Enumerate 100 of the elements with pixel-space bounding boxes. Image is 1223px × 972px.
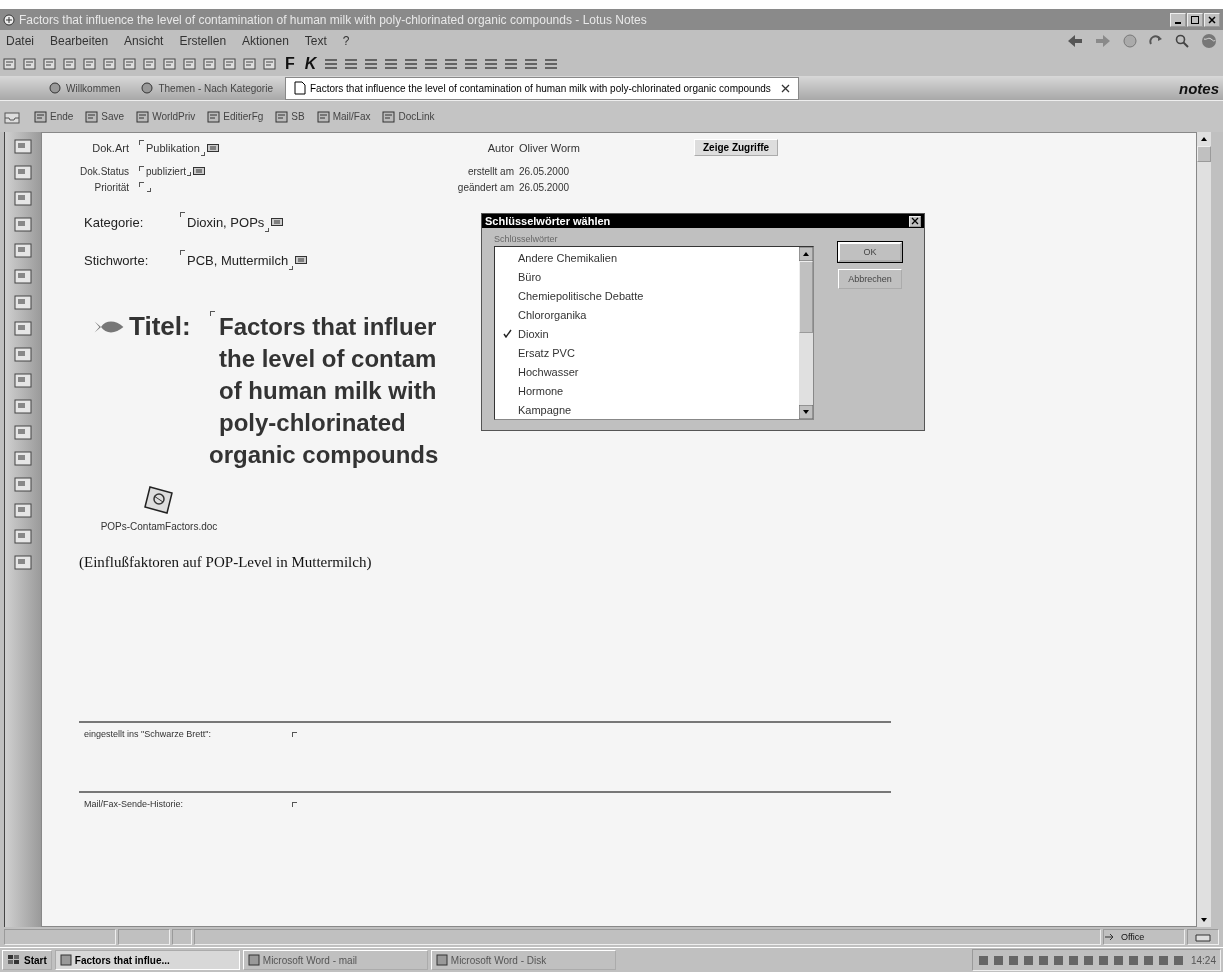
- action-button[interactable]: Ende: [31, 109, 77, 124]
- toolbar-icon[interactable]: [82, 56, 98, 72]
- field-value[interactable]: publiziert: [146, 165, 187, 177]
- list-item[interactable]: Hormone: [495, 381, 799, 400]
- align-icon[interactable]: [443, 56, 460, 72]
- align-icon[interactable]: [463, 56, 480, 72]
- tab[interactable]: Factors that influence the level of contamination of human milk with poly-chlorinated organic compounds: [284, 76, 799, 100]
- bookmark-icon[interactable]: [13, 448, 33, 468]
- globe-icon[interactable]: [1201, 33, 1217, 49]
- tray-icon[interactable]: [1141, 953, 1155, 967]
- field-value[interactable]: Dioxin, POPs: [187, 214, 265, 230]
- status-segment[interactable]: [172, 929, 192, 945]
- action-button[interactable]: Mail/Fax: [313, 109, 374, 124]
- tray-icon[interactable]: [1051, 953, 1065, 967]
- list-item[interactable]: Dioxin: [495, 324, 799, 343]
- toolbar-icon[interactable]: [42, 56, 58, 72]
- align-icon[interactable]: [423, 56, 440, 72]
- toolbar-icon[interactable]: [2, 56, 18, 72]
- forward-arrow-icon[interactable]: [1095, 34, 1111, 48]
- attachment-name[interactable]: POPs-ContamFactors.doc: [100, 521, 218, 532]
- bookmark-icon[interactable]: [13, 162, 33, 182]
- bookmark-icon[interactable]: [13, 266, 33, 286]
- back-arrow-icon[interactable]: [1067, 34, 1083, 48]
- bookmark-icon[interactable]: [13, 370, 33, 390]
- field-value[interactable]: Publikation: [146, 142, 200, 154]
- menu-item[interactable]: ?: [342, 34, 350, 48]
- bookmark-icon[interactable]: [13, 136, 33, 156]
- tray-icon[interactable]: [1081, 953, 1095, 967]
- toolbar-icon[interactable]: [182, 56, 198, 72]
- start-button[interactable]: Start: [2, 950, 52, 970]
- tray-icon[interactable]: [1006, 953, 1020, 967]
- menu-item[interactable]: Aktionen: [242, 34, 289, 48]
- arrow-down-icon[interactable]: [799, 405, 813, 419]
- inbox-icon[interactable]: [1195, 932, 1211, 942]
- bookmark-icon[interactable]: [13, 396, 33, 416]
- tab[interactable]: Themen - Nach Kategorie: [132, 77, 281, 99]
- action-button[interactable]: EditierFg: [204, 109, 267, 124]
- keyword-button-icon[interactable]: [271, 218, 284, 226]
- scrollbar[interactable]: [799, 247, 813, 419]
- tray-icon[interactable]: [1111, 953, 1125, 967]
- bookmark-icon[interactable]: [13, 344, 33, 364]
- align-icon[interactable]: [523, 56, 540, 72]
- tray-icon[interactable]: [1036, 953, 1050, 967]
- list-item[interactable]: Ersatz PVC: [495, 343, 799, 362]
- tray-icon[interactable]: [1021, 953, 1035, 967]
- bookmark-icon[interactable]: [13, 214, 33, 234]
- list-item[interactable]: Kampagne: [495, 400, 799, 419]
- toolbar-icon[interactable]: [202, 56, 218, 72]
- tray-icon[interactable]: [1126, 953, 1140, 967]
- list-item[interactable]: Andere Chemikalien: [495, 248, 799, 267]
- keyword-button-icon[interactable]: [295, 256, 308, 264]
- scrollbar[interactable]: [1197, 132, 1211, 927]
- toolbar-icon[interactable]: [222, 56, 238, 72]
- format-button[interactable]: F: [282, 55, 298, 73]
- keyword-button-icon[interactable]: [193, 167, 206, 175]
- align-icon[interactable]: [383, 56, 400, 72]
- close-button[interactable]: [909, 215, 921, 227]
- toolbar-icon[interactable]: [162, 56, 178, 72]
- toolbar-icon[interactable]: [122, 56, 138, 72]
- minimize-button[interactable]: [1170, 12, 1186, 27]
- align-icon[interactable]: [363, 56, 380, 72]
- bookmark-icon[interactable]: [13, 552, 33, 572]
- menu-item[interactable]: Datei: [6, 34, 34, 48]
- taskbar-button[interactable]: Microsoft Word - mail: [242, 950, 428, 970]
- toolbar-icon[interactable]: [242, 56, 258, 72]
- access-button[interactable]: Zeige Zugriffe: [694, 139, 779, 156]
- align-icon[interactable]: [483, 56, 500, 72]
- field-value[interactable]: PCB, Muttermilch: [187, 252, 289, 268]
- bookmark-icon[interactable]: [13, 474, 33, 494]
- taskbar-button[interactable]: Factors that influe...: [54, 950, 240, 970]
- bookmark-icon[interactable]: [13, 422, 33, 442]
- bookmark-icon[interactable]: [13, 292, 33, 312]
- bookmark-icon[interactable]: [13, 188, 33, 208]
- close-icon[interactable]: [780, 83, 790, 93]
- list-item[interactable]: Hochwasser: [495, 362, 799, 381]
- list-item[interactable]: Chemiepolitische Debatte: [495, 286, 799, 305]
- dialog-button[interactable]: OK: [838, 242, 902, 262]
- tab[interactable]: Willkommen: [40, 77, 129, 99]
- scrollbar-thumb[interactable]: [1197, 146, 1211, 162]
- stop-icon[interactable]: [1123, 34, 1137, 48]
- menu-item[interactable]: Text: [304, 34, 327, 48]
- list-item[interactable]: Büro: [495, 267, 799, 286]
- bookmark-icon[interactable]: [13, 500, 33, 520]
- keyword-button-icon[interactable]: [206, 144, 219, 152]
- align-icon[interactable]: [343, 56, 360, 72]
- dialog-button[interactable]: Abbrechen: [838, 269, 902, 289]
- bookmark-icon[interactable]: [13, 318, 33, 338]
- bookmark-icon[interactable]: [13, 526, 33, 546]
- tray-icon[interactable]: [1066, 953, 1080, 967]
- action-button[interactable]: SB: [272, 109, 308, 124]
- menu-item[interactable]: Bearbeiten: [50, 34, 109, 48]
- toolbar-icon[interactable]: [22, 56, 38, 72]
- align-icon[interactable]: [543, 56, 560, 72]
- align-icon[interactable]: [503, 56, 520, 72]
- menu-item[interactable]: Ansicht: [124, 34, 164, 48]
- list-item[interactable]: Chlororganika: [495, 305, 799, 324]
- status-segment[interactable]: [4, 929, 116, 945]
- action-button[interactable]: Save: [82, 109, 128, 124]
- toolbar-icon[interactable]: [62, 56, 78, 72]
- align-icon[interactable]: [323, 56, 340, 72]
